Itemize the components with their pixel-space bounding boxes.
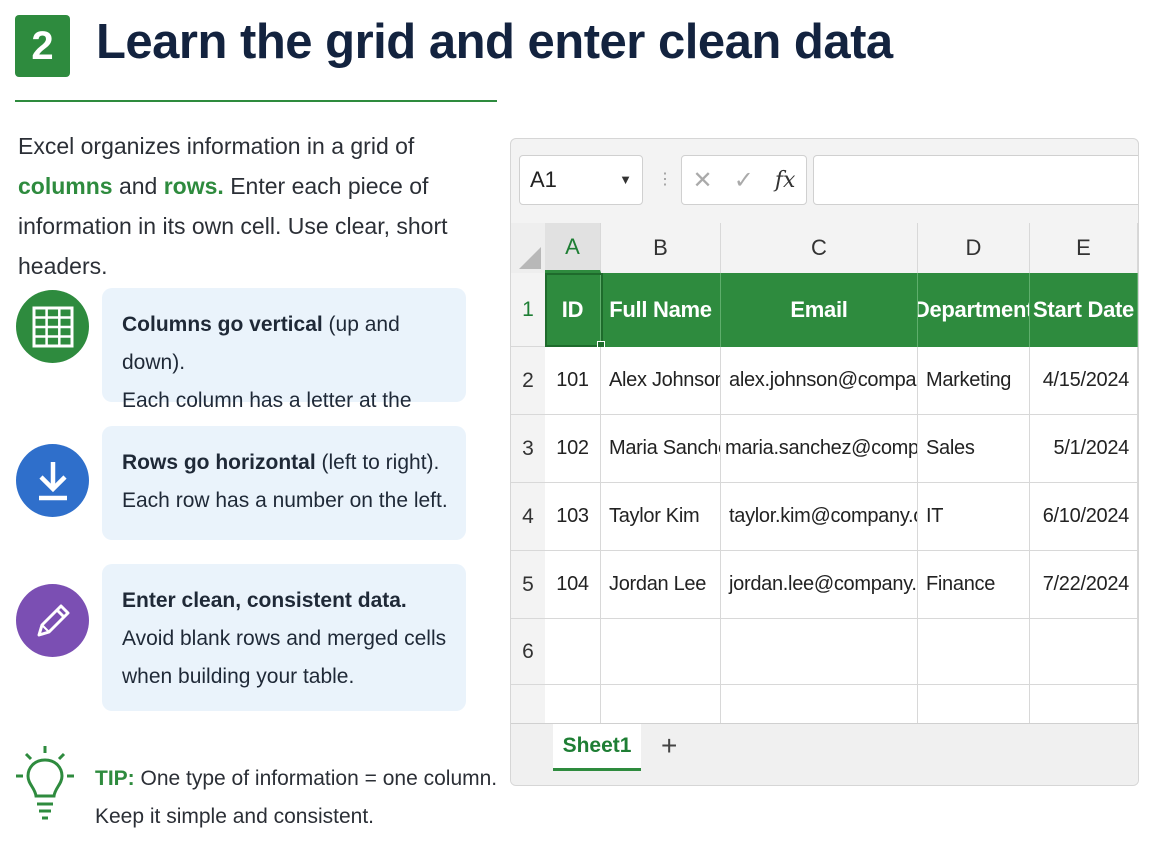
column-header-a[interactable]: A: [545, 223, 601, 273]
rows-card: Rows go horizontal (left to right). Each…: [102, 426, 466, 540]
table-cell[interactable]: Finance: [918, 551, 1030, 619]
empty-cell[interactable]: [601, 685, 721, 723]
pencil-icon: [16, 584, 89, 657]
rows-card-rest: (left to right).: [315, 451, 440, 474]
formula-bar-buttons: ✕ ✓ fx: [681, 155, 807, 205]
tip-line2: Keep it simple and consistent.: [95, 805, 374, 828]
sheet-tab-sheet1[interactable]: Sheet1: [553, 724, 641, 771]
columns-card: Columns go vertical (up and down). Each …: [102, 288, 466, 450]
table-cell[interactable]: 5/1/2024: [1030, 415, 1138, 483]
row-header-partial[interactable]: [511, 685, 545, 723]
empty-cell[interactable]: [1030, 685, 1138, 723]
columns-card-bold: Columns go vertical: [122, 313, 323, 336]
cancel-x-icon[interactable]: ✕: [693, 166, 713, 195]
confirm-check-icon[interactable]: ✓: [734, 166, 754, 195]
table-cell[interactable]: 4/15/2024: [1030, 347, 1138, 415]
table-cell[interactable]: taylor.kim@company.com: [721, 483, 918, 551]
table-cell[interactable]: 103: [545, 483, 601, 551]
clean-data-card-bold: Enter clean, consistent data.: [122, 589, 407, 612]
header-cell-full-name[interactable]: Full Name: [601, 273, 721, 347]
select-all-corner[interactable]: [511, 223, 545, 273]
table-cell[interactable]: Sales: [918, 415, 1030, 483]
intro-text-1: Excel organizes information in a grid of: [18, 133, 415, 159]
drag-dots-icon[interactable]: ⋮: [657, 169, 673, 189]
table-cell[interactable]: maria.sanchez@company.com: [721, 415, 918, 483]
table-cell[interactable]: Jordan Lee: [601, 551, 721, 619]
table-cell[interactable]: Alex Johnson: [601, 347, 721, 415]
empty-cell[interactable]: [601, 619, 721, 685]
rows-card-line1: Rows go horizontal (left to right).: [122, 444, 448, 482]
download-arrow-icon: [16, 444, 89, 517]
tip-line1-text: One type of information = one column.: [134, 767, 498, 790]
table-cell[interactable]: Marketing: [918, 347, 1030, 415]
intro-paragraph: Excel organizes information in a grid of…: [18, 126, 508, 286]
column-header-b[interactable]: B: [601, 223, 721, 273]
row-header-5[interactable]: 5: [511, 551, 545, 619]
row-header-6[interactable]: 6: [511, 619, 545, 685]
name-box-value: A1: [530, 167, 557, 192]
tip-label: TIP:: [95, 767, 135, 790]
header-cell-start-date[interactable]: Start Date: [1030, 273, 1138, 347]
intro-rows-highlight: rows.: [163, 173, 224, 199]
rows-card-bold: Rows go horizontal: [122, 451, 316, 474]
lightbulb-icon: [14, 744, 76, 831]
table-cell[interactable]: Maria Sanchez: [601, 415, 721, 483]
table-cell[interactable]: jordan.lee@company.com: [721, 551, 918, 619]
row-header-1[interactable]: 1: [511, 273, 545, 347]
table-cell[interactable]: alex.johnson@company.com: [721, 347, 918, 415]
header-cell-department[interactable]: Department: [918, 273, 1030, 347]
table-cell[interactable]: 104: [545, 551, 601, 619]
table-cell[interactable]: 102: [545, 415, 601, 483]
row-header-2[interactable]: 2: [511, 347, 545, 415]
table-cell[interactable]: 7/22/2024: [1030, 551, 1138, 619]
empty-cell[interactable]: [545, 619, 601, 685]
header-cell-email[interactable]: Email: [721, 273, 918, 347]
empty-cell[interactable]: [918, 685, 1030, 723]
table-cell[interactable]: 6/10/2024: [1030, 483, 1138, 551]
function-fx-icon[interactable]: fx: [775, 168, 796, 193]
step-number-badge: 2: [15, 15, 70, 77]
columns-card-line1: Columns go vertical (up and down).: [122, 306, 448, 382]
add-sheet-plus-icon[interactable]: +: [661, 730, 677, 762]
tip-text: TIP: One type of information = one colum…: [95, 760, 497, 836]
dropdown-caret-icon[interactable]: ▼: [619, 172, 632, 187]
intro-text-2: and: [112, 173, 164, 199]
table-cell[interactable]: Taylor Kim: [601, 483, 721, 551]
table-cell[interactable]: IT: [918, 483, 1030, 551]
empty-cell[interactable]: [1030, 619, 1138, 685]
excel-window: A1 ▼ ⋮ ✕ ✓ fx A B C D E 1 ID Full Name E…: [510, 138, 1139, 786]
empty-cell[interactable]: [918, 619, 1030, 685]
title-divider: [15, 100, 497, 102]
header-cell-id[interactable]: ID: [545, 273, 601, 347]
column-header-c[interactable]: C: [721, 223, 918, 273]
rows-card-line2: Each row has a number on the left.: [122, 489, 448, 512]
tip-line1: TIP: One type of information = one colum…: [95, 760, 497, 798]
column-header-e[interactable]: E: [1030, 223, 1138, 273]
sheet-tab-bar: Sheet1 +: [511, 723, 1138, 785]
empty-cell[interactable]: [721, 685, 918, 723]
row-header-4[interactable]: 4: [511, 483, 545, 551]
clean-data-card-line2: Avoid blank rows and merged cells when b…: [122, 627, 447, 688]
formula-input[interactable]: [813, 155, 1138, 205]
name-box[interactable]: A1 ▼: [519, 155, 643, 205]
clean-data-card: Enter clean, consistent data. Avoid blan…: [102, 564, 466, 711]
grid-icon: [16, 290, 89, 363]
table-cell[interactable]: 101: [545, 347, 601, 415]
row-header-3[interactable]: 3: [511, 415, 545, 483]
page-title: Learn the grid and enter clean data: [96, 15, 893, 69]
clean-data-card-line1: Enter clean, consistent data.: [122, 582, 448, 620]
column-header-d[interactable]: D: [918, 223, 1030, 273]
empty-cell[interactable]: [721, 619, 918, 685]
empty-cell[interactable]: [545, 685, 601, 723]
intro-columns-highlight: columns: [18, 173, 113, 199]
